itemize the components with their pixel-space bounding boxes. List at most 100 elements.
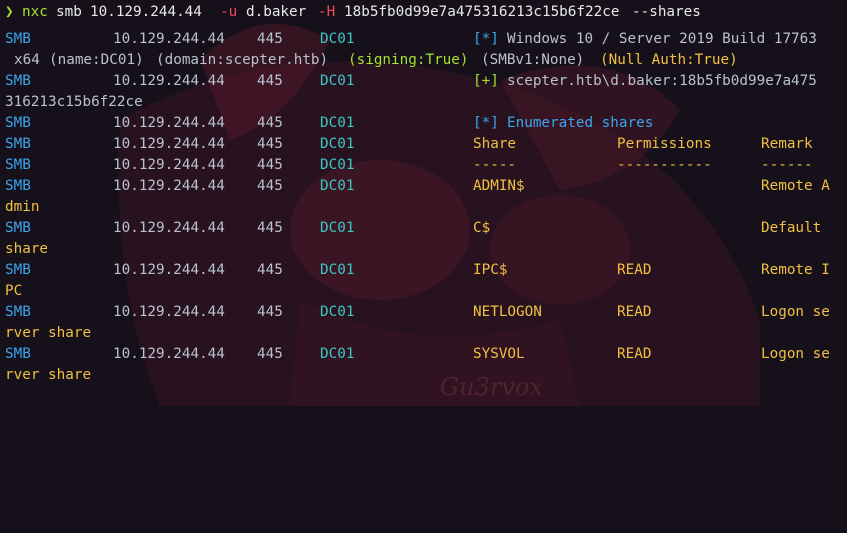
share-remark-continuation: dmin — [5, 199, 40, 215]
command-protocol: smb — [56, 4, 82, 20]
share-name: ADMIN$ — [473, 178, 525, 194]
port: 445 — [257, 73, 283, 89]
ip: 10.129.244.44 — [113, 220, 225, 236]
auth-result: scepter.htb\d.baker:18b5fb0d99e7a475 — [507, 73, 817, 89]
proto: SMB — [5, 304, 31, 320]
table-row-wrap: rver share — [0, 365, 847, 386]
command-option: --shares — [632, 4, 701, 20]
ip: 10.129.244.44 — [113, 31, 225, 47]
ip: 10.129.244.44 — [113, 157, 225, 173]
output-line: SMB 10.129.244.44 445 DC01 [+] scepter.h… — [0, 71, 847, 92]
ip: 10.129.244.44 — [113, 304, 225, 320]
proto: SMB — [5, 178, 31, 194]
info-tag: [*] — [473, 31, 499, 47]
host: DC01 — [320, 136, 355, 152]
proto: SMB — [5, 157, 31, 173]
ip: 10.129.244.44 — [113, 346, 225, 362]
header-share: Share — [473, 136, 517, 152]
command-line: ❯ nxc smb 10.129.244.44 -u d.baker -H 18… — [0, 2, 847, 23]
share-remark: Default — [761, 220, 822, 236]
table-row: SMB 10.129.244.44 445 DC01 ADMIN$ Remote… — [0, 176, 847, 197]
proto: SMB — [5, 346, 31, 362]
command-target: 10.129.244.44 — [90, 4, 202, 20]
prompt-icon: ❯ — [5, 4, 14, 20]
port: 445 — [257, 157, 283, 173]
table-row: SMB 10.129.244.44 445 DC01 SYSVOL READ L… — [0, 344, 847, 365]
share-permission: READ — [617, 346, 652, 362]
output-line-wrap: 316213c15b6f22ce — [0, 92, 847, 113]
host: DC01 — [320, 73, 355, 89]
host: DC01 — [320, 115, 355, 131]
proto: SMB — [5, 136, 31, 152]
table-row-wrap: PC — [0, 281, 847, 302]
header-remark: Remark — [761, 136, 813, 152]
terminal: ❯ nxc smb 10.129.244.44 -u d.baker -H 18… — [0, 0, 847, 406]
command-user: d.baker — [246, 4, 307, 20]
port: 445 — [257, 136, 283, 152]
share-permission: READ — [617, 304, 652, 320]
ip: 10.129.244.44 — [113, 73, 225, 89]
signing: (signing:True) — [348, 52, 469, 68]
command-user-flag: -u — [220, 4, 238, 20]
host: DC01 — [320, 304, 355, 320]
host: DC01 — [320, 178, 355, 194]
table-row-wrap: rver share — [0, 323, 847, 344]
ip: 10.129.244.44 — [113, 115, 225, 131]
proto: SMB — [5, 73, 31, 89]
share-remark: Logon se — [761, 304, 830, 320]
output-line-wrap: x64 (name:DC01) (domain:scepter.htb) (si… — [0, 50, 847, 71]
port: 445 — [257, 262, 283, 278]
share-remark: Logon se — [761, 346, 830, 362]
ip: 10.129.244.44 — [113, 262, 225, 278]
host: DC01 — [320, 31, 355, 47]
hash-continuation: 316213c15b6f22ce — [5, 94, 143, 110]
table-row: SMB 10.129.244.44 445 DC01 IPC$ READ Rem… — [0, 260, 847, 281]
host: DC01 — [320, 346, 355, 362]
ip: 10.129.244.44 — [113, 178, 225, 194]
header-permissions: Permissions — [617, 136, 712, 152]
table-header-row: SMB 10.129.244.44 445 DC01 Share Permiss… — [0, 134, 847, 155]
table-row: SMB 10.129.244.44 445 DC01 C$ Default — [0, 218, 847, 239]
share-remark-continuation: rver share — [5, 325, 92, 341]
share-name: IPC$ — [473, 262, 508, 278]
port: 445 — [257, 304, 283, 320]
table-row: SMB 10.129.244.44 445 DC01 NETLOGON READ… — [0, 302, 847, 323]
domain: (domain:scepter.htb) — [156, 52, 329, 68]
success-tag: [+] — [473, 73, 499, 89]
command-hash-flag: -H — [318, 4, 336, 20]
host: DC01 — [320, 157, 355, 173]
share-remark-continuation: share — [5, 241, 49, 257]
host: DC01 — [320, 220, 355, 236]
smbv1: (SMBv1:None) — [481, 52, 585, 68]
share-name: NETLOGON — [473, 304, 542, 320]
separator-remark: ------ — [761, 157, 813, 173]
table-row-wrap: dmin — [0, 197, 847, 218]
port: 445 — [257, 31, 283, 47]
output-line: SMB 10.129.244.44 445 DC01 [*] Windows 1… — [0, 29, 847, 50]
output-line: SMB 10.129.244.44 445 DC01 [*] Enumerate… — [0, 113, 847, 134]
command-hash: 18b5fb0d99e7a475316213c15b6f22ce — [344, 4, 620, 20]
share-name: C$ — [473, 220, 491, 236]
port: 445 — [257, 346, 283, 362]
command-program: nxc — [22, 4, 48, 20]
info-tag: [*] — [473, 115, 499, 131]
share-remark-continuation: PC — [5, 283, 23, 299]
share-remark: Remote A — [761, 178, 830, 194]
arch: x64 — [14, 52, 40, 68]
share-remark-continuation: rver share — [5, 367, 92, 383]
host-name: (name:DC01) — [49, 52, 144, 68]
host: DC01 — [320, 262, 355, 278]
share-permission: READ — [617, 262, 652, 278]
table-separator-row: SMB 10.129.244.44 445 DC01 ----- -------… — [0, 155, 847, 176]
port: 445 — [257, 220, 283, 236]
port: 445 — [257, 178, 283, 194]
proto: SMB — [5, 31, 31, 47]
proto: SMB — [5, 262, 31, 278]
share-name: SYSVOL — [473, 346, 525, 362]
enumerated-shares: Enumerated shares — [507, 115, 654, 131]
proto: SMB — [5, 115, 31, 131]
null-auth: (Null Auth:True) — [600, 52, 738, 68]
share-remark: Remote I — [761, 262, 830, 278]
separator-share: ----- — [473, 157, 517, 173]
ip: 10.129.244.44 — [113, 136, 225, 152]
